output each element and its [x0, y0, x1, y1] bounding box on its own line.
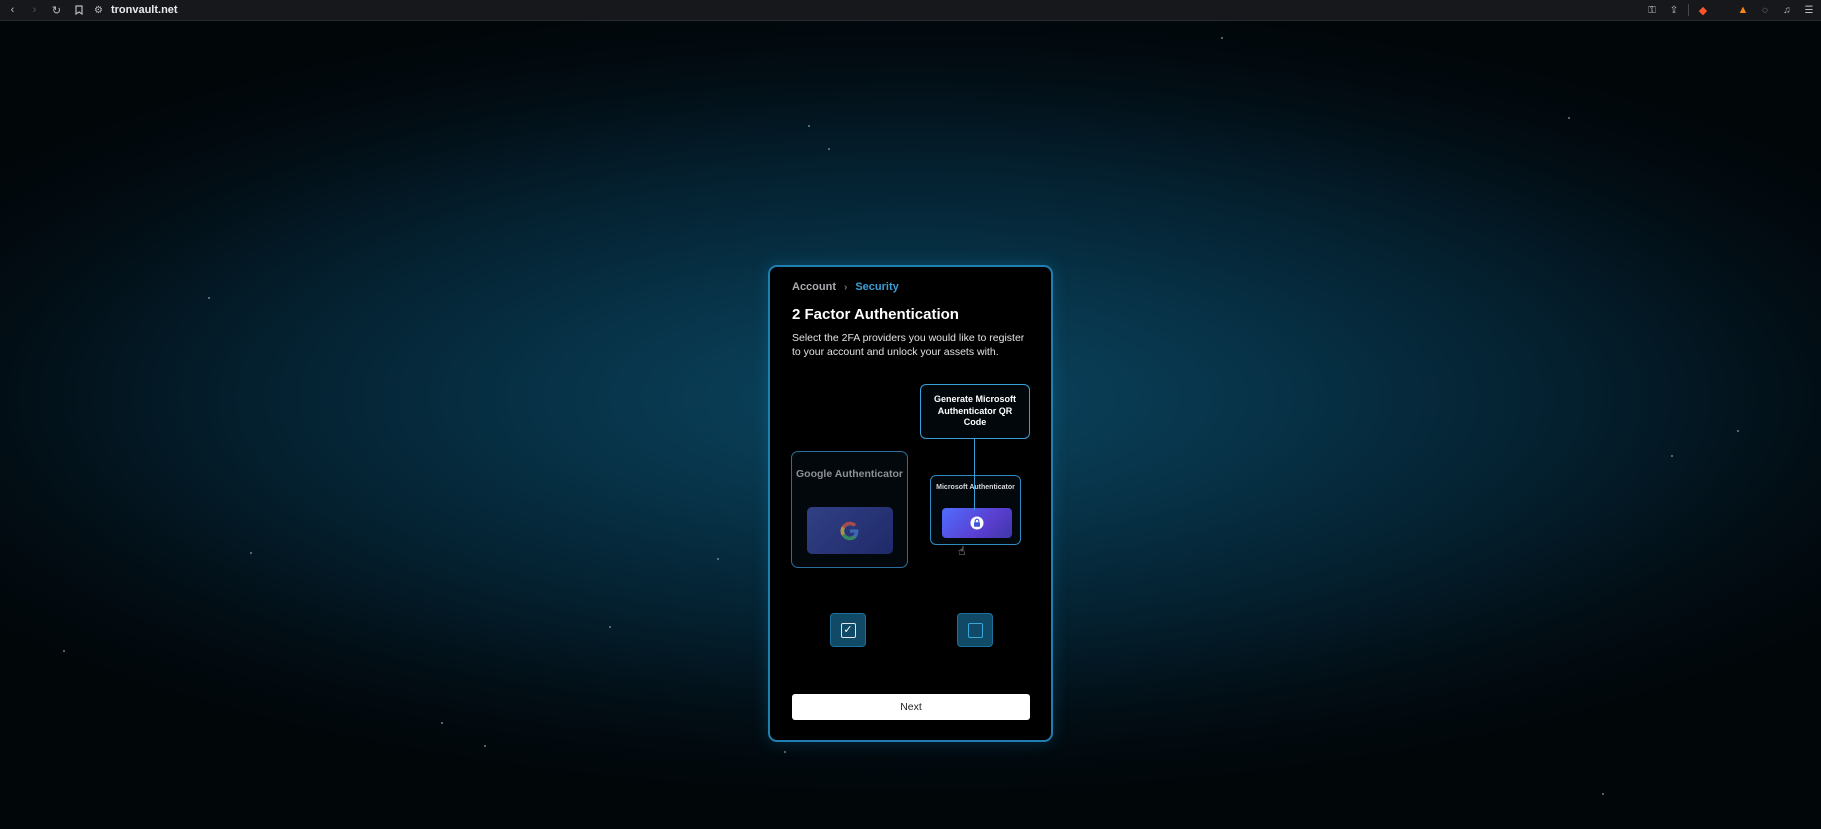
- site-settings-icon[interactable]: ⚙: [94, 5, 103, 16]
- back-icon[interactable]: ‹: [3, 1, 22, 20]
- key-icon[interactable]: ⚿: [1644, 2, 1660, 18]
- chat-icon[interactable]: ◌: [1757, 2, 1773, 18]
- next-button[interactable]: Next: [792, 694, 1030, 720]
- microsoft-authenticator-checkbox[interactable]: [957, 613, 993, 647]
- star: [208, 297, 210, 299]
- page-title: 2 Factor Authentication: [792, 306, 959, 323]
- callout-connector: [974, 439, 975, 510]
- nav-buttons: ‹ › ↻: [3, 1, 88, 20]
- star: [1671, 455, 1673, 457]
- star: [1568, 117, 1570, 119]
- check-icon: ✓: [840, 622, 856, 638]
- star: [441, 722, 443, 724]
- toolbar-right: ⚿ ⇪ ◆ ▲ ◌ ♫ ☰: [1644, 2, 1821, 18]
- breadcrumb-account[interactable]: Account: [792, 281, 836, 293]
- star: [63, 650, 65, 652]
- google-authenticator-checkbox[interactable]: ✓: [830, 613, 866, 647]
- forward-icon[interactable]: ›: [25, 1, 44, 20]
- microsoft-authenticator-label: Microsoft Authenticator: [936, 484, 1015, 491]
- toolbar-divider: [1688, 4, 1689, 16]
- google-authenticator-card[interactable]: Google Authenticator: [791, 451, 908, 568]
- microsoft-logo-tile: [942, 508, 1012, 538]
- two-factor-card: Account › Security 2 Factor Authenticati…: [768, 265, 1053, 742]
- star: [808, 125, 810, 127]
- breadcrumb: Account › Security: [792, 281, 899, 293]
- address-bar[interactable]: ⚙ tronvault.net: [94, 4, 178, 16]
- star: [717, 558, 719, 560]
- share-icon[interactable]: ⇪: [1666, 2, 1682, 18]
- star: [1737, 430, 1739, 432]
- google-logo-tile: [807, 507, 893, 554]
- menu-icon[interactable]: ☰: [1801, 2, 1817, 18]
- hand-cursor-icon: ☝: [957, 543, 967, 559]
- lock-icon: [970, 516, 984, 530]
- google-authenticator-label: Google Authenticator: [796, 468, 903, 480]
- chevron-right-icon: ›: [844, 281, 848, 293]
- metamask-icon[interactable]: ▲: [1735, 2, 1751, 18]
- star: [784, 751, 786, 753]
- brave-shield-icon[interactable]: ◆: [1695, 2, 1711, 18]
- star: [828, 148, 830, 150]
- star: [1602, 793, 1604, 795]
- reload-icon[interactable]: ↻: [47, 1, 66, 20]
- microsoft-authenticator-card[interactable]: Microsoft Authenticator: [930, 475, 1021, 545]
- checkbox-box: [967, 622, 983, 638]
- bookmark-icon[interactable]: [69, 1, 88, 20]
- google-icon: [840, 521, 859, 540]
- page-description: Select the 2FA providers you would like …: [792, 332, 1025, 358]
- star: [609, 626, 611, 628]
- generate-qr-callout: Generate Microsoft Authenticator QR Code: [920, 384, 1030, 439]
- url-text: tronvault.net: [110, 4, 178, 16]
- star: [484, 745, 486, 747]
- star: [1221, 37, 1223, 39]
- star: [250, 552, 252, 554]
- music-icon[interactable]: ♫: [1779, 2, 1795, 18]
- browser-toolbar: ‹ › ↻ ⚙ tronvault.net ⚿ ⇪ ◆ ▲ ◌ ♫ ☰: [0, 0, 1821, 21]
- breadcrumb-security[interactable]: Security: [855, 281, 898, 293]
